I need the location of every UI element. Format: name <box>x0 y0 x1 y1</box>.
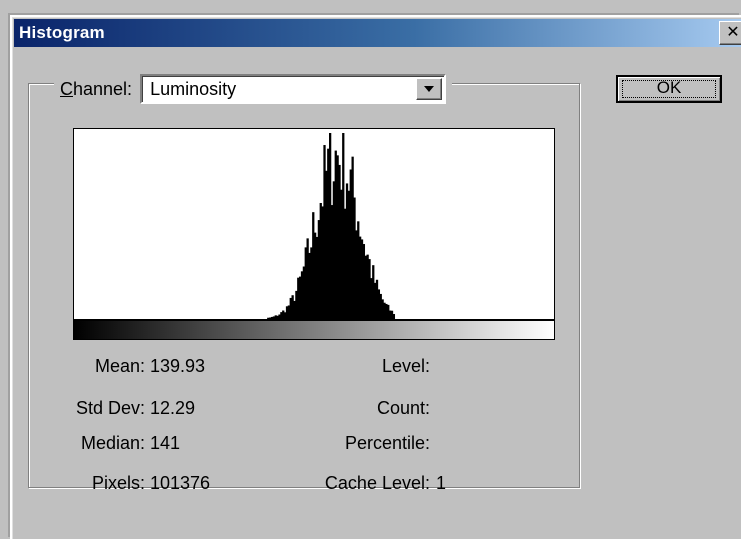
pixels-label: Pixels: <box>91 473 145 493</box>
channel-label-text: hannel: <box>73 78 133 99</box>
mean-value: 139.93 <box>150 356 206 376</box>
histogram-plot <box>267 133 396 319</box>
window-title: Histogram <box>19 23 105 42</box>
level-label: Level: <box>381 356 430 376</box>
median-value: 141 <box>150 433 181 453</box>
tonal-gradient-bar <box>73 320 555 340</box>
channel-row: Channel: Luminosity <box>54 74 453 104</box>
histogram-bar <box>392 314 396 319</box>
median-label: Median: <box>80 433 145 453</box>
title-bar[interactable]: Histogram ✕ <box>14 19 741 47</box>
close-button[interactable]: ✕ <box>719 21 741 45</box>
channel-dropdown[interactable]: Luminosity <box>140 74 447 104</box>
close-icon: ✕ <box>726 24 740 41</box>
histogram-chart[interactable] <box>73 128 555 320</box>
chevron-down-icon <box>424 86 435 92</box>
channel-label: Channel: <box>60 79 132 100</box>
ok-button[interactable]: OK <box>616 75 722 103</box>
std-dev-label: Std Dev: <box>75 398 145 418</box>
percentile-label: Percentile: <box>344 433 430 453</box>
cache-level-value: 1 <box>436 473 447 493</box>
focus-rect <box>622 80 716 98</box>
channel-label-accesskey: C <box>60 78 73 99</box>
mean-label: Mean: <box>94 356 145 376</box>
count-label: Count: <box>376 398 430 418</box>
pixels-value: 101376 <box>150 473 211 493</box>
dropdown-button[interactable] <box>416 78 443 100</box>
std-dev-value: 12.29 <box>150 398 196 418</box>
cache-level-label: Cache Level: <box>324 473 430 493</box>
channel-selected-value: Luminosity <box>150 79 237 99</box>
